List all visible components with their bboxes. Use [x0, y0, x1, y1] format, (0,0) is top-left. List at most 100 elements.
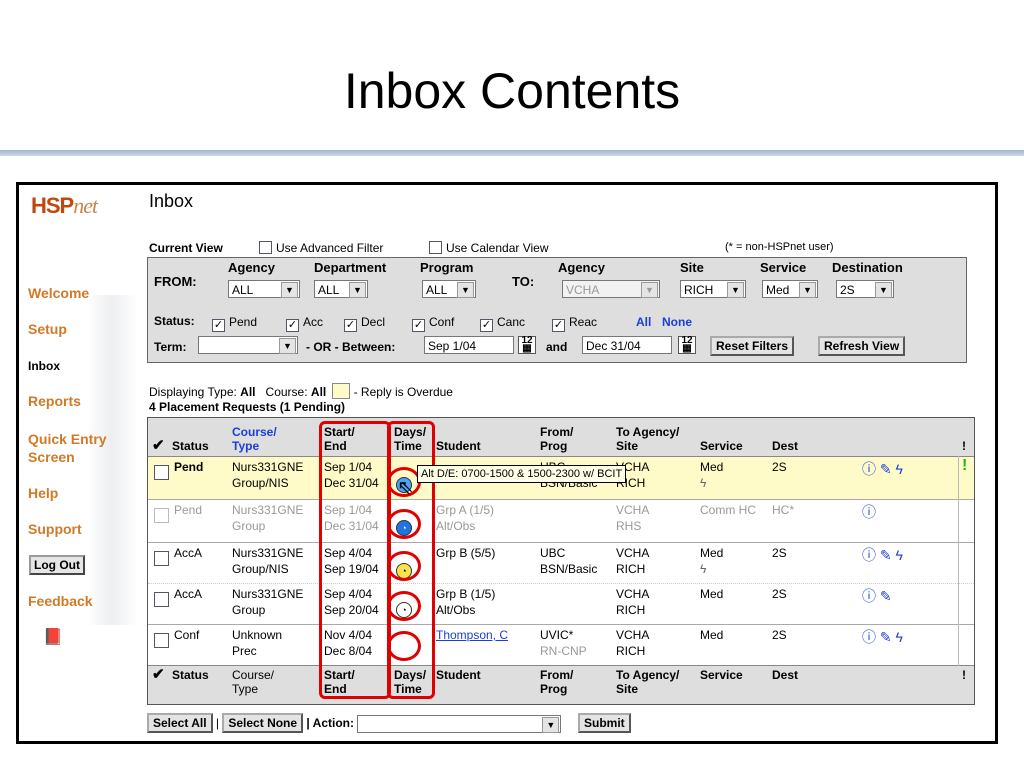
chevron-down-icon: ▼: [349, 282, 366, 298]
overdue-legend-swatch: [332, 383, 351, 399]
row-checkbox: [154, 508, 169, 523]
row-action-icons[interactable]: ⓘ ✎ ϟ: [862, 627, 903, 647]
submit-button[interactable]: Submit: [578, 713, 631, 733]
row-dest: 2S: [772, 546, 787, 560]
row-service: Med: [700, 587, 724, 601]
row-action-icons[interactable]: ⓘ ✎ ϟ: [862, 459, 903, 479]
nav-welcome[interactable]: Welcome: [28, 285, 89, 301]
row-course: Nurs331GNE Group: [232, 587, 304, 617]
status-none-link[interactable]: None: [662, 315, 692, 329]
reset-filters-button[interactable]: Reset Filters: [710, 336, 795, 356]
nav-reports[interactable]: Reports: [28, 393, 81, 409]
overdue-flag-icon: !: [962, 457, 968, 474]
chevron-down-icon: ▼: [799, 282, 816, 298]
select-column-header: ✔: [152, 437, 165, 454]
date-to-input[interactable]: Dec 31/04: [582, 336, 672, 354]
row-status: AccA: [174, 546, 203, 560]
status-reac-checkbox[interactable]: ✓ Reac: [552, 314, 597, 332]
row-dest: 2S: [772, 587, 787, 601]
from-agency-select[interactable]: ALL ▼: [228, 280, 300, 298]
clock-highlight: [387, 509, 421, 539]
nav-inbox[interactable]: Inbox: [28, 359, 60, 373]
status-column-header[interactable]: Status: [172, 439, 209, 453]
to-column-footer[interactable]: To Agency/Site: [616, 668, 679, 696]
hspnet-logo: HSPnet: [31, 193, 98, 218]
placement-table: ✔ Status Course/Type Start/End Days/Time…: [147, 417, 975, 705]
select-none-button[interactable]: Select None: [222, 713, 304, 733]
table-footer: ✔ Status Course/Type Start/End Days/Time…: [148, 665, 974, 704]
non-hsp-note: (* = non-HSPnet user): [725, 241, 834, 253]
select-all-button[interactable]: Select All: [147, 713, 213, 733]
advanced-filter-toggle[interactable]: Use Advanced Filter: [259, 241, 383, 255]
service-column-header[interactable]: Service: [700, 439, 743, 453]
logout-button[interactable]: Log Out: [29, 555, 85, 575]
chevron-down-icon: ▼: [641, 282, 658, 298]
main-content: Inbox Current View Use Advanced Filter U…: [147, 185, 995, 741]
help-book-icon[interactable]: 📕: [43, 627, 63, 647]
table-row[interactable]: Pend Nurs331GNE Group Sep 1/04 Dec 31/04 ◔…: [148, 500, 974, 543]
advanced-filter-checkbox[interactable]: [259, 241, 272, 254]
row-to: VCHA RICH: [616, 587, 650, 617]
bolt-icon: ϟ: [700, 476, 707, 490]
row-service: Med ϟ: [700, 546, 724, 576]
from-label: FROM:: [154, 274, 197, 289]
action-select[interactable]: ▼: [357, 714, 562, 733]
dest-column-footer[interactable]: Dest: [772, 668, 798, 682]
table-row[interactable]: AccA Nurs331GNE Group Sep 4/04 Sep 20/04 ◔…: [148, 584, 974, 625]
refresh-view-button[interactable]: Refresh View: [818, 336, 906, 356]
service-column-footer[interactable]: Service: [700, 668, 743, 682]
status-pend-checkbox[interactable]: ✓ Pend: [212, 314, 257, 332]
dest-column-header[interactable]: Dest: [772, 439, 798, 453]
to-destination-select[interactable]: 2S ▼: [836, 280, 894, 298]
status-all-link[interactable]: All: [636, 315, 651, 329]
row-checkbox[interactable]: [154, 465, 169, 480]
from-column-header[interactable]: From/Prog: [540, 425, 573, 453]
from-program-select[interactable]: ALL ▼: [422, 280, 476, 298]
schedule-tooltip: Alt D/E: 0700-1500 & 1500-2300 w/ BCIT: [417, 465, 627, 483]
row-from: UBCBSN/Basic: [540, 546, 598, 576]
term-select[interactable]: ▼: [198, 336, 298, 354]
student-column-footer[interactable]: Student: [436, 668, 481, 682]
calendar-view-checkbox[interactable]: [429, 241, 442, 254]
status-column-footer[interactable]: Status: [172, 668, 209, 682]
row-dest: 2S: [772, 460, 787, 474]
nav-setup[interactable]: Setup: [28, 321, 67, 337]
nav-help[interactable]: Help: [28, 485, 58, 501]
clock-highlight: [387, 631, 421, 661]
to-column-header[interactable]: To Agency/Site: [616, 425, 679, 453]
calendar-view-toggle[interactable]: Use Calendar View: [429, 241, 549, 255]
table-row[interactable]: AccA Nurs331GNE Group/NIS Sep 4/04 Sep 19/…: [148, 543, 974, 584]
nav-feedback[interactable]: Feedback: [28, 593, 93, 609]
status-decl-checkbox[interactable]: ✓ Decl: [344, 314, 385, 332]
calendar-icon[interactable]: 12 ▦: [678, 336, 696, 354]
row-checkbox[interactable]: [154, 633, 169, 648]
to-destination-header: Destination: [832, 260, 903, 275]
row-action-icons[interactable]: ⓘ: [862, 502, 876, 522]
to-site-select[interactable]: RICH ▼: [680, 280, 746, 298]
student-link[interactable]: Thompson, C: [436, 627, 508, 643]
row-checkbox[interactable]: [154, 592, 169, 607]
table-row[interactable]: Conf Unknown Prec Nov 4/04 Dec 8/04 Thomps…: [148, 625, 974, 665]
course-column-header[interactable]: Course/Type: [232, 425, 277, 453]
date-from-input[interactable]: Sep 1/04: [424, 336, 514, 354]
row-service: Comm HC: [700, 503, 756, 517]
from-department-header: Department: [314, 260, 387, 275]
status-canc-checkbox[interactable]: ✓ Canc: [480, 314, 525, 332]
nav-quick-entry[interactable]: Quick Entry: [28, 431, 107, 447]
status-conf-checkbox[interactable]: ✓ Conf: [412, 314, 454, 332]
nav-support[interactable]: Support: [28, 521, 82, 537]
status-acc-checkbox[interactable]: ✓ Acc: [286, 314, 323, 332]
from-department-select[interactable]: ALL ▼: [314, 280, 368, 298]
nav-quick-entry-screen[interactable]: Screen: [28, 449, 75, 465]
from-column-footer[interactable]: From/Prog: [540, 668, 573, 696]
filter-panel: FROM: Agency Department Program TO: Agen…: [147, 257, 967, 363]
student-column-header[interactable]: Student: [436, 439, 481, 453]
row-checkbox[interactable]: [154, 551, 169, 566]
calendar-icon[interactable]: 12 ▦: [518, 336, 536, 354]
row-action-icons[interactable]: ⓘ ✎: [862, 586, 892, 606]
row-action-icons[interactable]: ⓘ ✎ ϟ: [862, 545, 903, 565]
page-title: Inbox: [149, 191, 194, 211]
course-column-footer[interactable]: Course/Type: [232, 668, 274, 696]
to-service-select[interactable]: Med ▼: [762, 280, 818, 298]
clock-highlight: [387, 551, 421, 581]
